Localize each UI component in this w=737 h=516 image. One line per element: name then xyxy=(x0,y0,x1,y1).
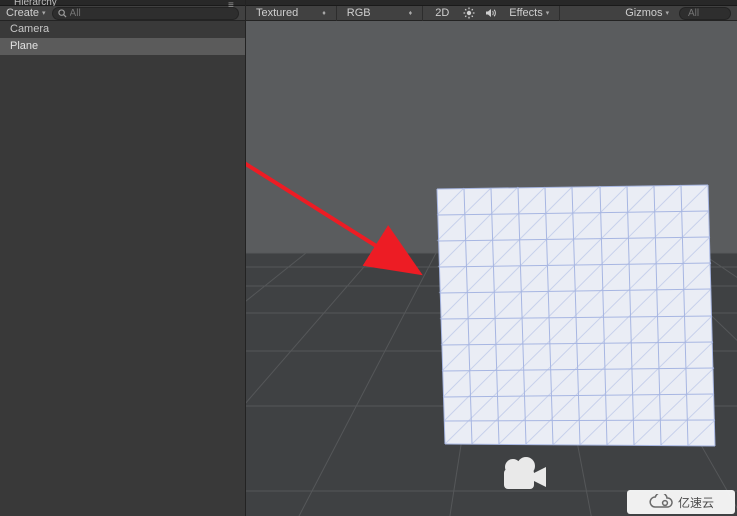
effects-label: Effects xyxy=(509,7,542,19)
chevron-down-icon: ♦ xyxy=(322,10,326,17)
scene-search-input[interactable] xyxy=(688,8,737,19)
app-root: Hierarchy ≡ Create ▾ Camera Plane xyxy=(0,0,737,516)
watermark-text: 亿速云 xyxy=(678,494,714,511)
audio-icon xyxy=(485,7,497,19)
hierarchy-toolbar: Create ▾ xyxy=(0,6,245,21)
search-icon xyxy=(58,9,67,18)
cloud-logo-icon xyxy=(648,494,674,510)
hierarchy-panel: Hierarchy ≡ Create ▾ Camera Plane xyxy=(0,0,246,516)
scene-toolbar: Textured ♦ RGB ♦ 2D xyxy=(246,6,737,21)
scene-panel: Textured ♦ RGB ♦ 2D xyxy=(246,0,737,516)
chevron-down-icon: ▾ xyxy=(42,9,46,17)
viewport-overlay xyxy=(246,21,737,516)
gizmos-label: Gizmos xyxy=(625,7,662,19)
hierarchy-item-label: Plane xyxy=(10,40,38,52)
shading-mode-label: Textured xyxy=(256,7,298,19)
hierarchy-list: Camera Plane xyxy=(0,21,245,516)
camera-gizmo-icon[interactable] xyxy=(504,457,546,489)
create-dropdown[interactable]: Create ▾ xyxy=(6,7,46,19)
2d-toggle-label: 2D xyxy=(435,7,449,19)
hierarchy-search[interactable] xyxy=(52,7,239,20)
render-mode-label: RGB xyxy=(347,7,371,19)
scene-search[interactable] xyxy=(679,7,731,20)
divider xyxy=(336,6,337,21)
sun-icon xyxy=(463,7,475,19)
create-label: Create xyxy=(6,7,39,19)
hierarchy-search-input[interactable] xyxy=(70,8,233,19)
scene-audio-toggle[interactable] xyxy=(483,7,499,19)
effects-dropdown[interactable]: Effects ▾ xyxy=(505,7,553,20)
plane-mesh[interactable] xyxy=(437,185,715,446)
hierarchy-item-plane[interactable]: Plane xyxy=(0,38,245,55)
hierarchy-item-camera[interactable]: Camera xyxy=(0,21,245,38)
shading-mode-dropdown[interactable]: Textured ♦ xyxy=(252,7,330,20)
panel-menu-icon[interactable]: ≡ xyxy=(228,0,234,11)
gizmos-dropdown[interactable]: Gizmos ▾ xyxy=(621,7,673,20)
chevron-down-icon: ♦ xyxy=(409,10,413,17)
red-arrow xyxy=(246,51,416,271)
watermark: 亿速云 xyxy=(627,490,735,514)
scene-viewport[interactable]: 亿速云 xyxy=(246,21,737,516)
2d-toggle[interactable]: 2D xyxy=(429,7,455,19)
hierarchy-item-label: Camera xyxy=(10,23,49,35)
divider xyxy=(559,6,560,21)
render-mode-dropdown[interactable]: RGB ♦ xyxy=(343,7,416,20)
chevron-down-icon: ▾ xyxy=(665,9,669,17)
chevron-down-icon: ▾ xyxy=(546,9,550,17)
scene-lighting-toggle[interactable] xyxy=(461,7,477,19)
divider xyxy=(422,6,423,21)
